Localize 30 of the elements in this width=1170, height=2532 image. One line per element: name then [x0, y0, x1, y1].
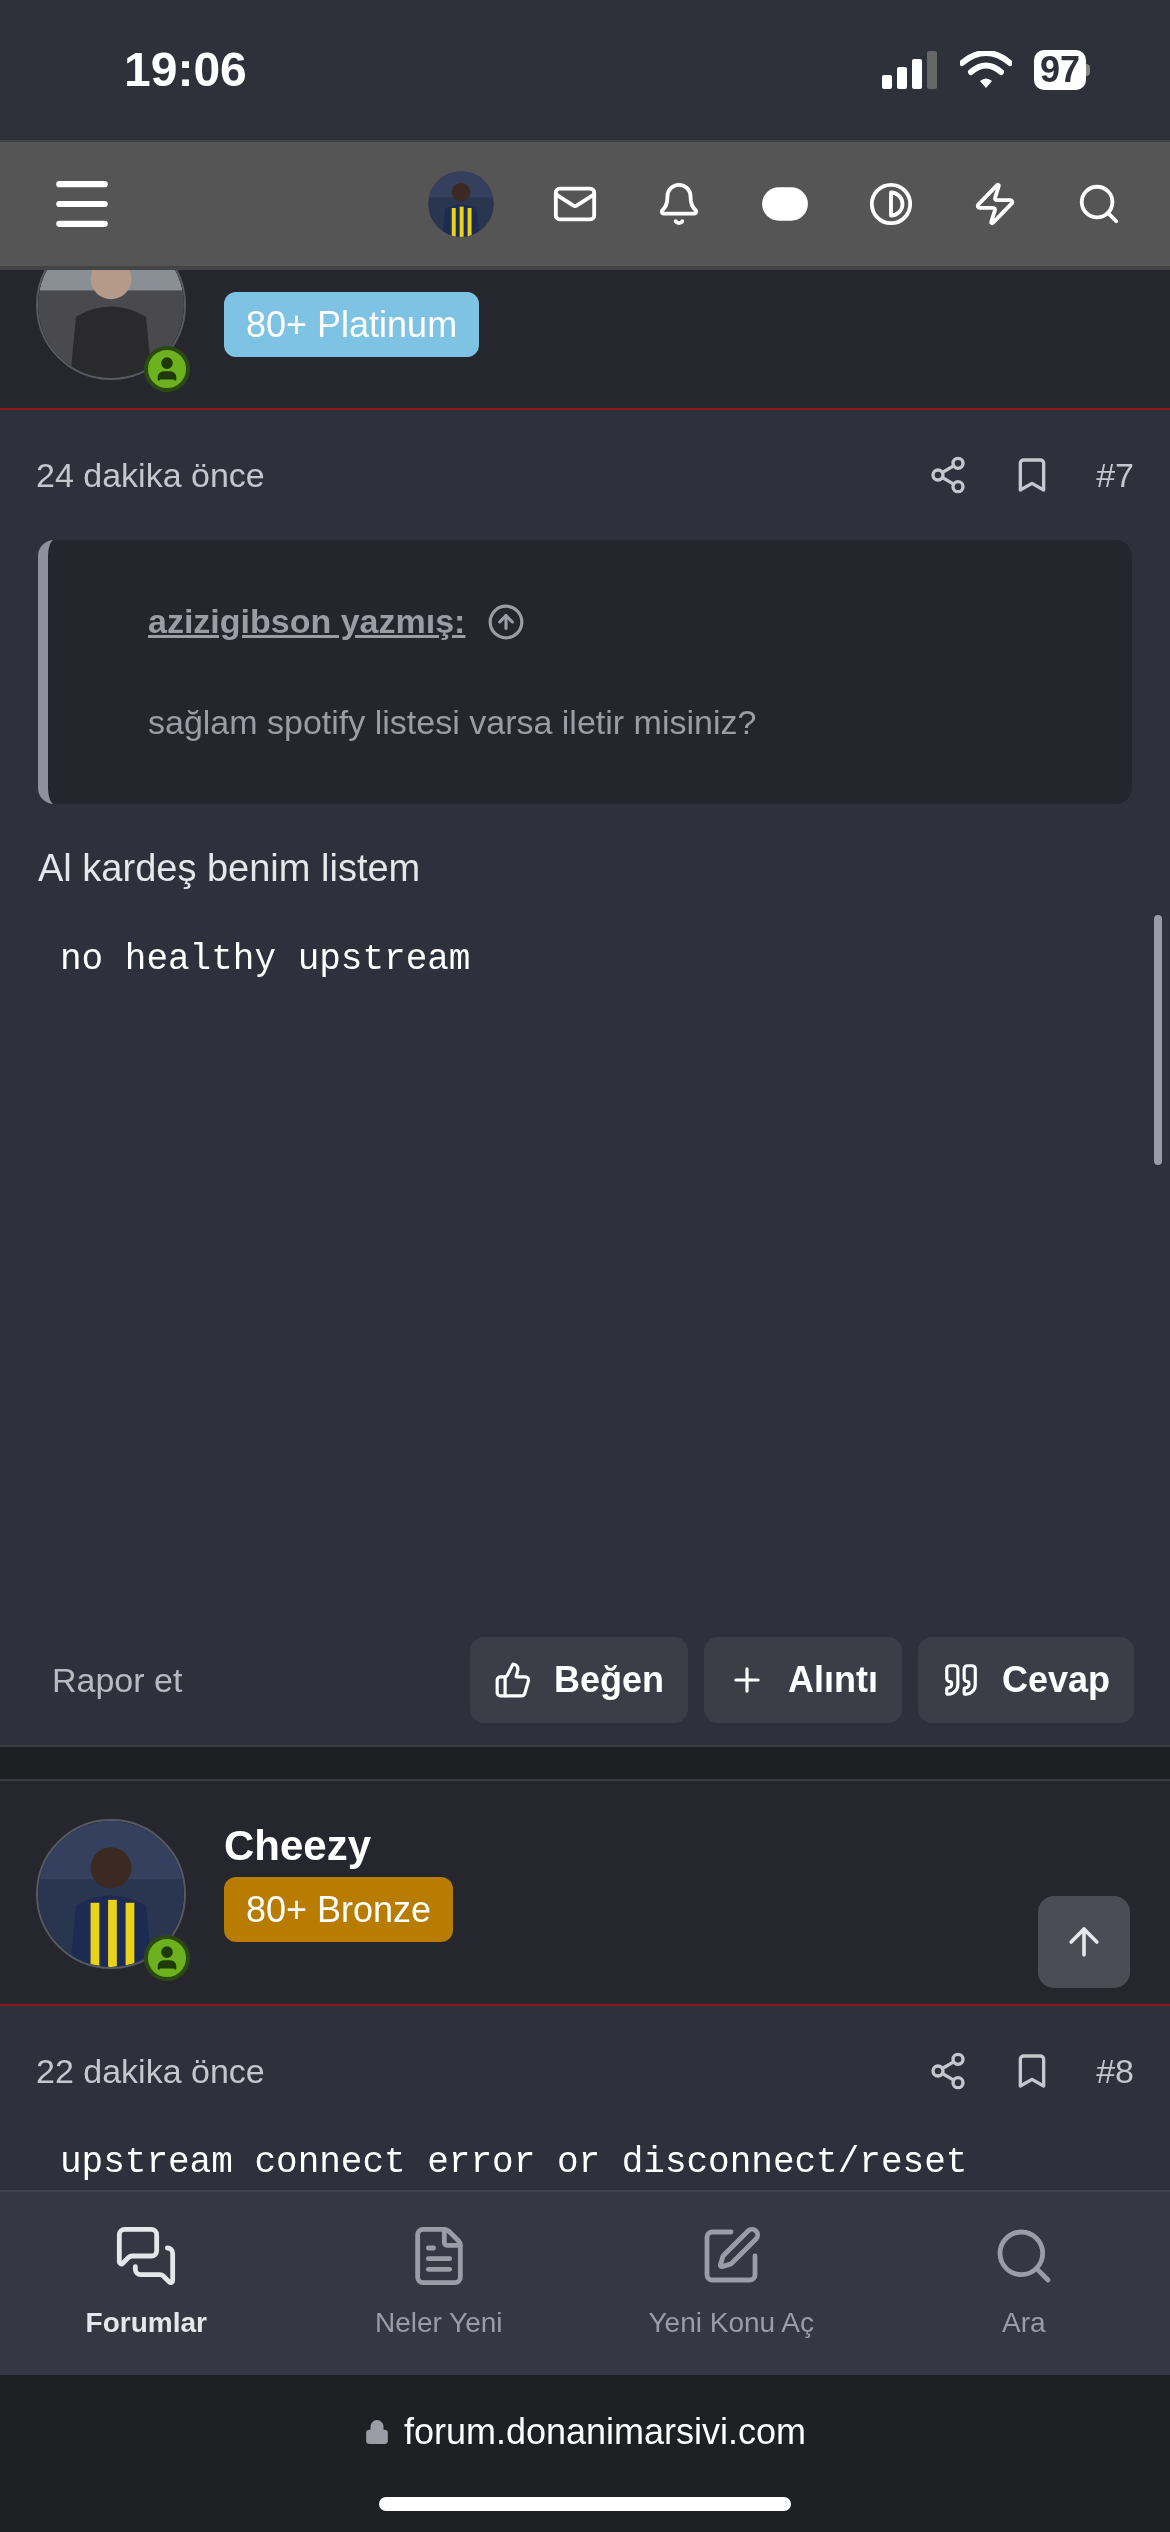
post-time[interactable]: 22 dakika önce [36, 2045, 265, 2097]
report-link[interactable]: Rapor et [52, 1654, 183, 1706]
nav-tab[interactable]: Yeni Konu Aç [585, 2192, 878, 2375]
post-text: Al kardeş benim listem [37, 846, 422, 891]
rank-badge: 80+ Platinum [224, 292, 480, 357]
nav-tab[interactable]: Forumlar [0, 2192, 293, 2375]
quote-button[interactable]: Alıntı [703, 1637, 902, 1723]
rank-badge: 80+ Bronze [224, 1877, 454, 1943]
contrast-icon[interactable] [868, 181, 914, 227]
thumbs-up-icon [493, 1661, 532, 1699]
url-text[interactable]: forum.donanimarsivi.com [403, 2405, 807, 2459]
like-button[interactable]: Beğen [469, 1637, 688, 1723]
wifi-icon [959, 51, 1012, 89]
quote-text: sağlam spotify listesi varsa iletir misiniz? [148, 702, 758, 743]
username[interactable]: Cheezy [224, 1821, 454, 1872]
nav-tab[interactable]: Neler Yeni [292, 2192, 585, 2375]
battery-level: 97 [1033, 50, 1086, 90]
nav-tab[interactable]: Ara [877, 2192, 1170, 2375]
quote-author-link[interactable]: azizigibson yazmış: [148, 596, 466, 647]
post-time[interactable]: 24 dakika önce [36, 449, 265, 501]
scroll-to-top-button[interactable] [1038, 1896, 1130, 1988]
jump-up-icon[interactable] [487, 602, 526, 641]
post-number[interactable]: #8 [1096, 2045, 1134, 2097]
code-text: upstream connect error or disconnect/reset [59, 2141, 969, 2185]
post-number[interactable]: #7 [1096, 449, 1134, 501]
lock-icon [363, 2419, 390, 2445]
reply-button[interactable]: Cevap [917, 1637, 1134, 1723]
signal-icon [881, 51, 938, 89]
status-time: 19:06 [124, 42, 247, 98]
code-text: no healthy upstream [59, 938, 472, 982]
